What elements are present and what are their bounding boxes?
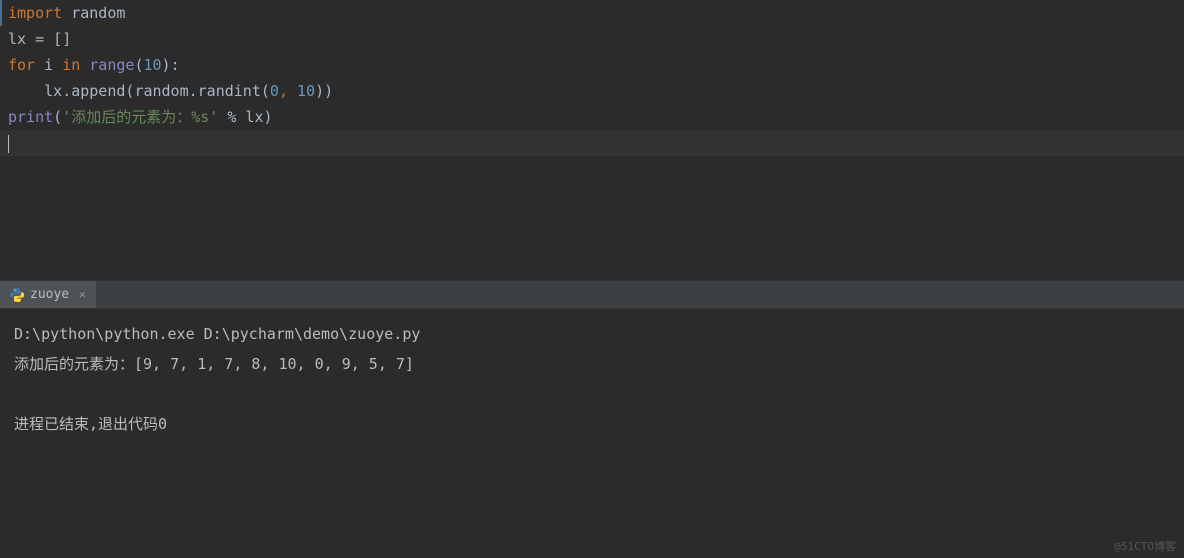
code-content: lx.append(random.randint(0, 10)) [6, 78, 333, 104]
console-output[interactable]: D:\python\python.exe D:\pycharm\demo\zuo… [0, 309, 1184, 449]
gutter-change-marker [0, 130, 2, 156]
code-line-6-cursor[interactable] [0, 130, 1184, 156]
code-line-4[interactable]: lx.append(random.randint(0, 10)) [0, 78, 1184, 104]
gutter-change-marker [0, 52, 2, 78]
console-line-exit: 进程已结束,退出代码0 [14, 409, 1170, 439]
console-line-output: 添加后的元素为：[9, 7, 1, 7, 8, 10, 0, 9, 5, 7] [14, 349, 1170, 379]
code-line-1[interactable]: import random [0, 0, 1184, 26]
code-line-5[interactable]: print('添加后的元素为：%s' % lx) [0, 104, 1184, 130]
code-line-3[interactable]: for i in range(10): [0, 52, 1184, 78]
code-line-2[interactable]: lx = [] [0, 26, 1184, 52]
text-cursor [8, 135, 9, 153]
code-editor[interactable]: import random lx = [] for i in range(10)… [0, 0, 1184, 280]
code-content: for i in range(10): [6, 52, 180, 78]
python-icon [10, 288, 24, 302]
close-icon[interactable]: ✕ [79, 288, 86, 301]
gutter-change-marker [0, 26, 2, 52]
code-content: lx = [] [6, 26, 71, 52]
console-line-blank [14, 379, 1170, 409]
watermark: @51CTO博客 [1114, 538, 1176, 554]
code-content: import random [6, 0, 125, 26]
gutter-change-marker [0, 0, 2, 26]
code-content [6, 130, 9, 156]
run-tool-window: zuoye ✕ D:\python\python.exe D:\pycharm\… [0, 280, 1184, 449]
console-line-command: D:\python\python.exe D:\pycharm\demo\zuo… [14, 319, 1170, 349]
gutter-change-marker [0, 104, 2, 130]
run-tab-label: zuoye [30, 287, 69, 302]
run-tab-zuoye[interactable]: zuoye ✕ [0, 281, 96, 308]
run-tab-bar: zuoye ✕ [0, 281, 1184, 309]
code-content: print('添加后的元素为：%s' % lx) [6, 104, 273, 130]
gutter-change-marker [0, 78, 2, 104]
